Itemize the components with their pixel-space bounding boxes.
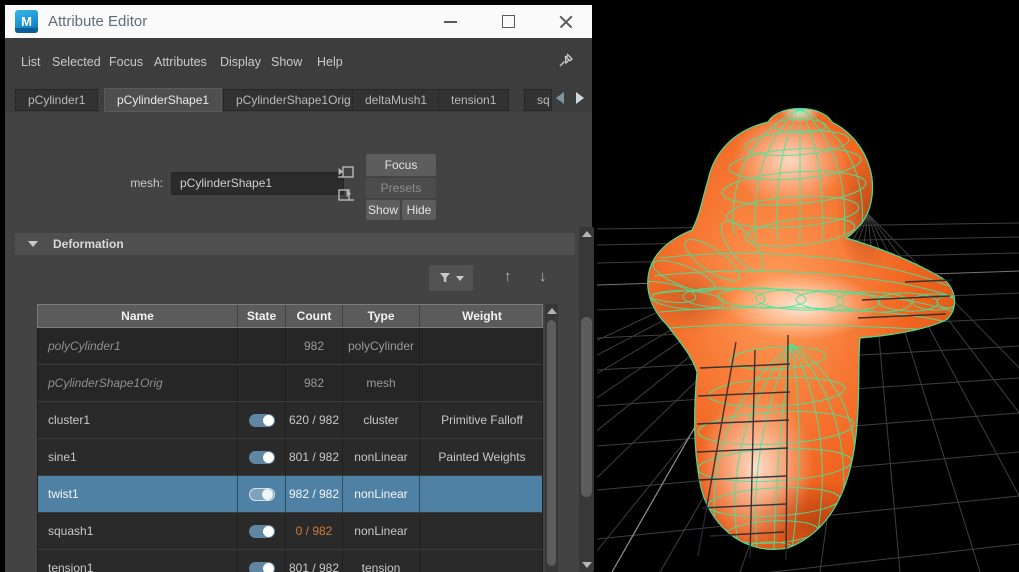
menu-display[interactable]: Display: [220, 55, 261, 69]
pin-icon[interactable]: [558, 52, 574, 68]
move-down-icon[interactable]: ↓: [539, 268, 547, 285]
section-title: Deformation: [53, 237, 124, 251]
maximize-button[interactable]: [490, 5, 526, 38]
mesh-name-field[interactable]: pCylinderShape1: [171, 172, 344, 195]
table-scrollbar[interactable]: [545, 304, 558, 572]
filter-button[interactable]: [429, 265, 473, 291]
attribute-content: mesh: pCylinderShape1 Focus Presets Show…: [5, 112, 592, 572]
presets-button[interactable]: Presets: [366, 178, 436, 198]
connect-output-icon[interactable]: [336, 185, 356, 205]
menu-show[interactable]: Show: [271, 55, 302, 69]
col-state[interactable]: State: [238, 305, 286, 327]
connect-input-icon[interactable]: [336, 163, 356, 183]
state-toggle[interactable]: [249, 451, 275, 464]
maximize-icon: [502, 15, 515, 28]
deformer-table: Name State Count Type Weight polyCylinde…: [37, 304, 543, 572]
minimize-icon: [444, 21, 457, 23]
table-row[interactable]: tension1 801 / 982 tension: [37, 550, 543, 572]
table-row[interactable]: pCylinderShape1Orig 982 mesh: [37, 365, 543, 402]
close-icon: [559, 15, 573, 29]
state-toggle[interactable]: [249, 525, 275, 538]
table-row[interactable]: sine1 801 / 982 nonLinear Painted Weight…: [37, 439, 543, 476]
tab-squash1-truncated[interactable]: sq: [524, 89, 552, 111]
mesh-label: mesh:: [65, 176, 163, 190]
state-toggle[interactable]: [249, 488, 275, 501]
close-button[interactable]: [548, 5, 584, 38]
table-row[interactable]: cluster1 620 / 982 cluster Primitive Fal…: [37, 402, 543, 439]
tab-deltamush1[interactable]: deltaMush1: [352, 89, 440, 111]
menu-bar: List Selected Focus Attributes Display S…: [5, 38, 592, 88]
window-title: Attribute Editor: [48, 5, 147, 38]
tab-scroll-right-icon[interactable]: [576, 92, 584, 104]
menu-list[interactable]: List: [21, 55, 40, 69]
titlebar: M Attribute Editor: [5, 5, 592, 38]
show-button[interactable]: Show: [366, 200, 400, 220]
deformation-section-header[interactable]: Deformation: [15, 233, 575, 255]
menu-focus[interactable]: Focus: [109, 55, 143, 69]
scroll-up-icon[interactable]: [582, 231, 592, 237]
scroll-down-icon[interactable]: [582, 562, 592, 568]
scroll-up-icon[interactable]: [547, 308, 557, 314]
menu-attributes[interactable]: Attributes: [154, 55, 207, 69]
state-toggle[interactable]: [249, 414, 275, 427]
move-up-icon[interactable]: ↑: [504, 268, 512, 285]
caret-down-icon: [456, 276, 464, 281]
funnel-icon: [439, 272, 451, 284]
col-count[interactable]: Count: [286, 305, 343, 327]
tab-scroll-left-icon[interactable]: [556, 92, 564, 104]
col-name[interactable]: Name: [38, 305, 238, 327]
table-header: Name State Count Type Weight: [37, 304, 543, 328]
tab-pcylindershape1[interactable]: pCylinderShape1: [104, 88, 222, 112]
tab-pcylinder1[interactable]: pCylinder1: [15, 89, 98, 111]
menu-selected[interactable]: Selected: [52, 55, 101, 69]
panel-scrollbar-thumb[interactable]: [581, 317, 592, 497]
col-type[interactable]: Type: [343, 305, 420, 327]
collapse-triangle-icon: [28, 241, 38, 247]
table-row-selected[interactable]: twist1 982 / 982 nonLinear: [37, 476, 543, 513]
tab-bar: pCylinder1 pCylinderShape1 pCylinderShap…: [5, 88, 592, 112]
table-row[interactable]: polyCylinder1 982 polyCylinder: [37, 328, 543, 365]
viewport-3d[interactable]: [597, 0, 1019, 572]
attribute-editor-window: M Attribute Editor List Selected Focus A…: [0, 0, 597, 572]
minimize-button[interactable]: [432, 5, 468, 38]
tab-pcylindershape1orig[interactable]: pCylinderShape1Orig: [223, 89, 364, 111]
screen: { "window": { "title": "Attribute Editor…: [0, 0, 1019, 572]
panel-scrollbar[interactable]: [579, 227, 594, 572]
state-toggle[interactable]: [249, 562, 275, 572]
table-scrollbar-thumb[interactable]: [547, 320, 556, 566]
col-weight[interactable]: Weight: [420, 305, 544, 327]
menu-help[interactable]: Help: [317, 55, 343, 69]
tab-tension1[interactable]: tension1: [438, 89, 509, 111]
table-row[interactable]: squash1 0 / 982 nonLinear: [37, 513, 543, 550]
maya-app-icon: M: [15, 10, 38, 33]
hide-button[interactable]: Hide: [402, 200, 436, 220]
focus-button[interactable]: Focus: [366, 154, 436, 176]
